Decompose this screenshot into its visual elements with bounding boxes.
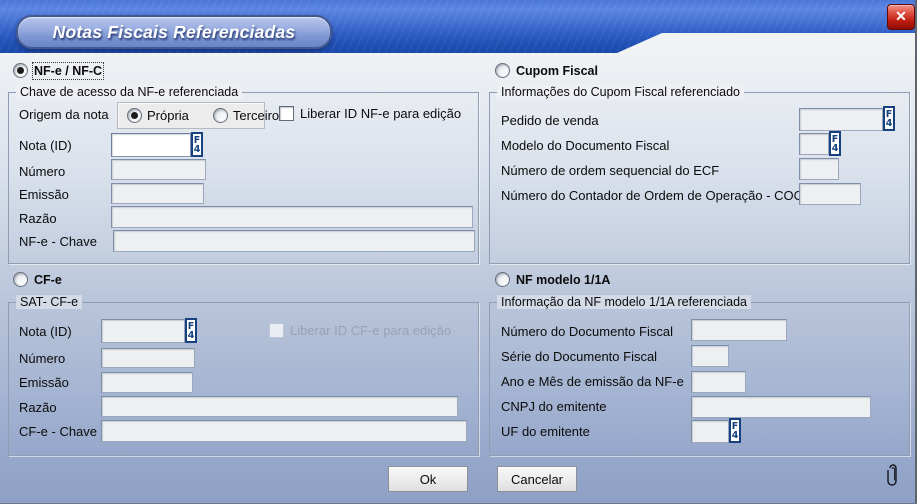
radio-on-icon[interactable] [127, 108, 142, 123]
dialog-title: Notas Fiscais Referenciadas [53, 22, 296, 43]
field-label: Emissão [19, 375, 69, 390]
paperclip-icon [886, 460, 900, 488]
nf1a-serie-input [691, 345, 729, 367]
nota-id-input[interactable] [111, 133, 191, 157]
field-label: Emissão [19, 187, 69, 202]
f4-lookup-button[interactable]: F 4 [729, 418, 741, 443]
cfe-numero-input [101, 348, 195, 368]
liberar-id-cfe-checkbox-row: Liberar ID CF-e para edição [269, 323, 451, 338]
origem-option-terceiro[interactable]: Terceiro [213, 108, 279, 123]
numero-input [111, 159, 206, 180]
field-label: CNPJ do emitente [501, 399, 607, 414]
f4-digit: 4 [832, 144, 839, 153]
section-radio-cfe-label: CF-e [34, 273, 62, 287]
field-label: Número do Documento Fiscal [501, 324, 673, 339]
radio-off-icon[interactable] [495, 63, 510, 78]
field-label: Nota (ID) [19, 324, 72, 339]
field-label: Número do Contador de Ordem de Operação … [501, 188, 804, 203]
group-cupom: Informações do Cupom Fiscal referenciado… [489, 92, 910, 264]
pedido-venda-input [799, 108, 883, 131]
field-label: Ano e Mês de emissão da NF-e [501, 374, 684, 389]
close-icon: ✕ [895, 8, 907, 24]
dialog-title-pill: Notas Fiscais Referenciadas [16, 15, 332, 49]
nfe-chave-input [113, 230, 475, 252]
f4-digit: 4 [188, 331, 195, 340]
cfe-chave-input [101, 420, 467, 442]
cancel-button-label: Cancelar [511, 472, 563, 487]
group-nf1a: Informação da NF modelo 1/1A referenciad… [489, 302, 910, 456]
group-nfe-chave: Chave de acesso da NF-e referenciada Ori… [8, 92, 479, 264]
cfe-emissao-input [101, 372, 193, 393]
radio-off-icon[interactable] [495, 272, 510, 287]
cfe-razao-input [101, 396, 458, 417]
field-label: UF do emitente [501, 424, 590, 439]
modelo-doc-fiscal-input [799, 133, 829, 155]
f4-lookup-button[interactable]: F 4 [185, 318, 197, 343]
dialog-notas-fiscais-referenciadas: { "window": { "title": "Notas Fiscais Re… [0, 0, 917, 504]
field-label: NF-e - Chave [19, 234, 97, 249]
razao-input [111, 206, 473, 228]
field-label: Número de ordem sequencial do ECF [501, 163, 719, 178]
field-label: Razão [19, 211, 57, 226]
nf1a-ano-mes-input [691, 371, 746, 393]
ordem-ecf-input [799, 158, 839, 180]
field-label: Razão [19, 400, 57, 415]
nf1a-uf-input [691, 420, 729, 443]
coo-input [799, 183, 861, 205]
radio-off-icon[interactable] [213, 108, 228, 123]
section-radio-cupom-label: Cupom Fiscal [516, 64, 598, 78]
origem-terceiro-label: Terceiro [233, 108, 279, 123]
f4-lookup-button[interactable]: F 4 [191, 132, 203, 157]
cancel-button[interactable]: Cancelar [497, 466, 577, 492]
ok-button-label: Ok [420, 472, 437, 487]
close-button[interactable]: ✕ [887, 4, 915, 30]
f4-lookup-button[interactable]: F 4 [883, 106, 895, 131]
emissao-input [111, 183, 204, 204]
header-right-fill [662, 33, 917, 53]
field-label: Série do Documento Fiscal [501, 349, 657, 364]
origem-option-propria[interactable]: Própria [127, 108, 189, 123]
radio-off-icon[interactable] [13, 272, 28, 287]
ok-button[interactable]: Ok [388, 466, 468, 492]
f4-digit: 4 [732, 431, 739, 440]
field-label: Pedido de venda [501, 113, 599, 128]
group-cfe-title: SAT- CF-e [16, 295, 82, 309]
field-label: Nota (ID) [19, 138, 72, 153]
f4-digit: 4 [886, 119, 893, 128]
field-label: Número [19, 164, 65, 179]
section-radio-cfe[interactable]: CF-e [13, 272, 62, 287]
origem-radio-panel: Própria Terceiro [117, 102, 265, 129]
group-cfe-sat: SAT- CF-e Nota (ID) F 4 Liberar ID CF-e … [8, 302, 479, 456]
field-label: CF-e - Chave [19, 424, 97, 439]
liberar-id-nfe-label: Liberar ID NF-e para edição [300, 106, 461, 121]
nf1a-cnpj-input [691, 396, 871, 418]
group-nfe-title: Chave de acesso da NF-e referenciada [16, 85, 242, 99]
section-radio-nf1a-label: NF modelo 1/1A [516, 273, 610, 287]
origem-propria-label: Própria [147, 108, 189, 123]
section-radio-cupom[interactable]: Cupom Fiscal [495, 63, 598, 78]
section-radio-nfe[interactable]: NF-e / NF-C [13, 63, 102, 78]
origem-label: Origem da nota [19, 107, 109, 122]
section-radio-nf1a[interactable]: NF modelo 1/1A [495, 272, 610, 287]
nf1a-numero-doc-input [691, 319, 787, 341]
group-cupom-title: Informações do Cupom Fiscal referenciado [497, 85, 744, 99]
f4-lookup-button[interactable]: F 4 [829, 131, 841, 156]
field-label: Modelo do Documento Fiscal [501, 138, 669, 153]
cfe-nota-id-input [101, 319, 185, 343]
checkbox-disabled-icon [269, 323, 284, 338]
group-nf1a-title: Informação da NF modelo 1/1A referenciad… [497, 295, 751, 309]
checkbox-unchecked-icon[interactable] [279, 106, 294, 121]
section-radio-nfe-label: NF-e / NF-C [34, 64, 102, 78]
liberar-id-cfe-label: Liberar ID CF-e para edição [290, 323, 451, 338]
radio-on-icon[interactable] [13, 63, 28, 78]
liberar-id-nfe-checkbox-row[interactable]: Liberar ID NF-e para edição [279, 106, 461, 121]
field-label: Número [19, 351, 65, 366]
f4-digit: 4 [194, 145, 201, 154]
